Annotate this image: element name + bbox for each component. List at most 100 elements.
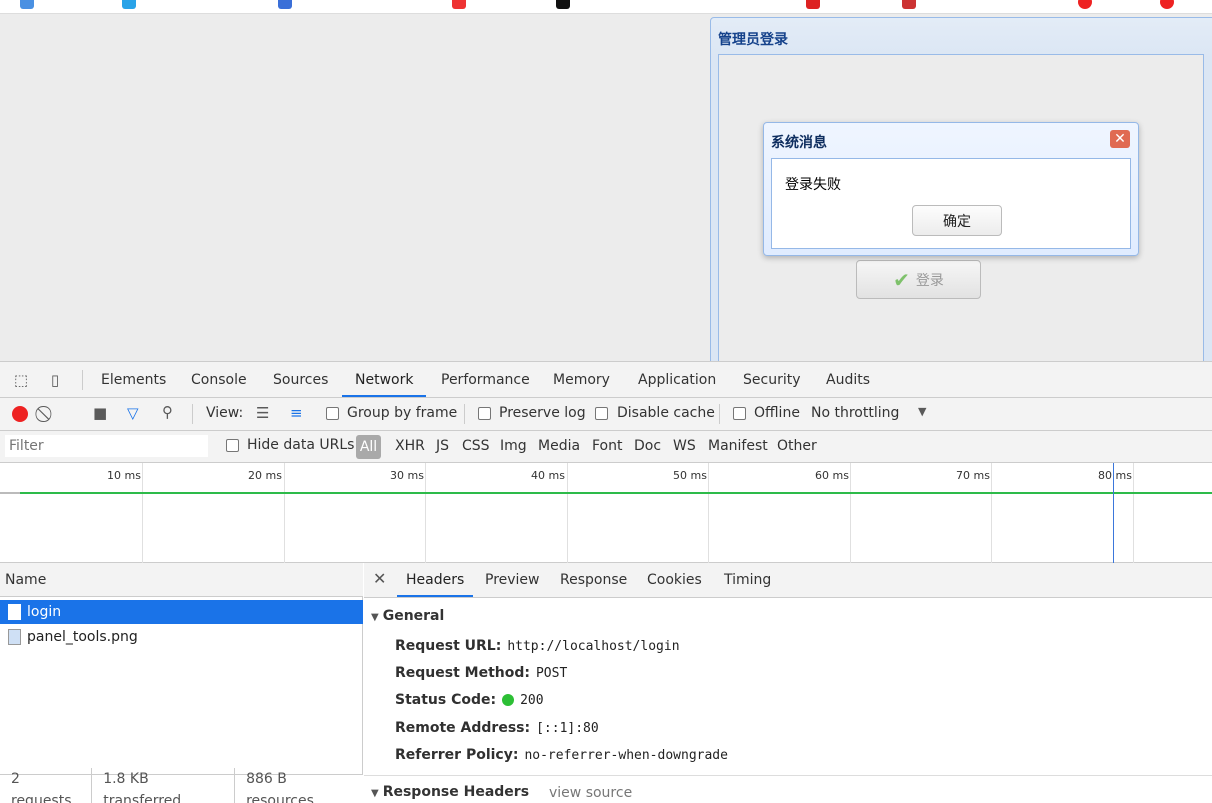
general-section-header[interactable]: ▼ General xyxy=(371,608,444,624)
preserve-log-label: Preserve log xyxy=(499,405,586,421)
filter-img[interactable]: Img xyxy=(500,438,527,454)
bookmark-item[interactable] xyxy=(452,0,466,10)
section-title: General xyxy=(382,608,445,624)
tab-audits[interactable]: Audits xyxy=(826,362,870,397)
request-url-row: Request URL: http://localhost/login xyxy=(395,638,680,654)
request-list: Name login panel_tools.png 2 requests 1.… xyxy=(0,563,363,803)
tab-sources[interactable]: Sources xyxy=(273,362,328,397)
tab-security[interactable]: Security xyxy=(743,362,801,397)
group-by-frame-label: Group by frame xyxy=(347,405,458,421)
bookmark-item[interactable] xyxy=(1078,0,1092,10)
tab-performance[interactable]: Performance xyxy=(441,362,530,397)
tab-elements[interactable]: Elements xyxy=(101,362,166,397)
filter-xhr[interactable]: XHR xyxy=(395,438,425,454)
group-by-frame-checkbox[interactable] xyxy=(326,407,339,420)
camera-icon[interactable]: ■ xyxy=(93,404,107,422)
request-row[interactable]: login xyxy=(0,600,363,624)
response-headers-section-header[interactable]: ▼ Response Headers xyxy=(371,784,529,800)
grid-line xyxy=(991,463,992,563)
tab-console[interactable]: Console xyxy=(191,362,247,397)
close-icon[interactable]: ✕ xyxy=(1110,130,1130,148)
login-button[interactable]: ✔ 登录 xyxy=(856,260,981,299)
preserve-log-checkbox[interactable] xyxy=(478,407,491,420)
filter-other[interactable]: Other xyxy=(777,438,817,454)
offline-checkbox[interactable] xyxy=(733,407,746,420)
tab-headers[interactable]: Headers xyxy=(397,563,474,597)
bookmark-item[interactable] xyxy=(122,0,136,10)
request-method-row: Request Method: POST xyxy=(395,665,567,681)
divider xyxy=(82,370,83,390)
request-details: ✕ Headers Preview Response Cookies Timin… xyxy=(364,563,1212,803)
view-label: View: xyxy=(206,405,244,421)
filter-ws[interactable]: WS xyxy=(673,438,696,454)
grid-line xyxy=(708,463,709,563)
header-key: Request URL: xyxy=(395,638,502,654)
filter-doc[interactable]: Doc xyxy=(634,438,661,454)
request-count: 2 requests xyxy=(0,767,93,803)
column-header-name[interactable]: Name xyxy=(0,563,363,597)
disable-cache-checkbox[interactable] xyxy=(595,407,608,420)
network-toolbar: ■ ▽ ⚲ View: ☰ ≡ Group by frame Preserve … xyxy=(0,398,1212,431)
filter-icon[interactable]: ▽ xyxy=(127,404,139,422)
header-value: http://localhost/login xyxy=(507,639,680,654)
tab-application[interactable]: Application xyxy=(638,362,716,397)
bookmark-icon xyxy=(452,0,466,9)
filter-input[interactable] xyxy=(4,434,209,458)
bookmark-item[interactable] xyxy=(20,0,34,10)
devtools-panel: ⬚ ▯ Elements Console Sources Network Per… xyxy=(0,361,1212,803)
bookmark-item[interactable] xyxy=(556,0,570,10)
timeline-label: 10 ms xyxy=(107,469,141,482)
dialog-message: 登录失败 xyxy=(785,177,841,193)
bookmark-item[interactable] xyxy=(1160,0,1174,10)
ok-button[interactable]: 确定 xyxy=(912,205,1002,236)
header-key: Status Code: xyxy=(395,692,497,708)
tab-response[interactable]: Response xyxy=(560,563,627,597)
hide-data-urls-checkbox[interactable] xyxy=(226,439,239,452)
filter-font[interactable]: Font xyxy=(592,438,622,454)
tab-memory[interactable]: Memory xyxy=(553,362,610,397)
header-key: Referrer Policy: xyxy=(395,747,519,763)
bookmark-icon xyxy=(1160,0,1174,9)
tab-cookies[interactable]: Cookies xyxy=(647,563,702,597)
network-summary: 2 requests 1.8 KB transferred 886 B reso… xyxy=(0,767,363,803)
section-title: Response Headers xyxy=(382,784,530,800)
devtools-tabbar: ⬚ ▯ Elements Console Sources Network Per… xyxy=(0,362,1212,398)
bookmark-icon xyxy=(20,0,34,9)
bookmarks-bar xyxy=(0,0,1212,14)
status-ok-icon xyxy=(502,694,515,706)
detail-tabs: ✕ Headers Preview Response Cookies Timin… xyxy=(364,563,1212,598)
panel-title: 管理员登录 xyxy=(718,32,788,48)
tab-timing[interactable]: Timing xyxy=(724,563,771,597)
request-row[interactable]: panel_tools.png xyxy=(0,625,363,649)
grid-line xyxy=(850,463,851,563)
view-source-link[interactable]: view source xyxy=(549,785,632,801)
waterfall-icon[interactable]: ≡ xyxy=(290,404,303,422)
throttling-select[interactable]: No throttling xyxy=(811,405,899,421)
dom-content-loaded-marker xyxy=(1113,463,1114,563)
timeline-label: 20 ms xyxy=(248,469,282,482)
filter-css[interactable]: CSS xyxy=(462,438,490,454)
filter-js[interactable]: JS xyxy=(436,438,449,454)
tab-network[interactable]: Network xyxy=(342,362,427,397)
disable-cache-label: Disable cache xyxy=(617,405,715,421)
search-icon[interactable]: ⚲ xyxy=(162,403,173,421)
large-rows-icon[interactable]: ☰ xyxy=(256,404,269,422)
chevron-down-icon[interactable]: ▼ xyxy=(918,405,926,418)
grid-line xyxy=(284,463,285,563)
divider xyxy=(192,404,193,424)
bookmark-item[interactable] xyxy=(806,0,820,10)
document-icon xyxy=(8,604,21,620)
bookmark-item[interactable] xyxy=(902,0,916,10)
grid-line xyxy=(1133,463,1134,563)
filter-manifest[interactable]: Manifest xyxy=(708,438,768,454)
filter-all[interactable]: All xyxy=(356,435,381,459)
inspect-element-icon[interactable]: ⬚ xyxy=(12,371,30,389)
filter-media[interactable]: Media xyxy=(538,438,580,454)
tab-preview[interactable]: Preview xyxy=(485,563,540,597)
dialog-body: 登录失败 确定 xyxy=(771,158,1131,249)
device-toolbar-icon[interactable]: ▯ xyxy=(46,371,64,389)
record-icon[interactable] xyxy=(12,406,28,422)
bookmark-item[interactable] xyxy=(278,0,292,10)
request-name: login xyxy=(27,604,62,620)
close-icon[interactable]: ✕ xyxy=(373,569,386,588)
